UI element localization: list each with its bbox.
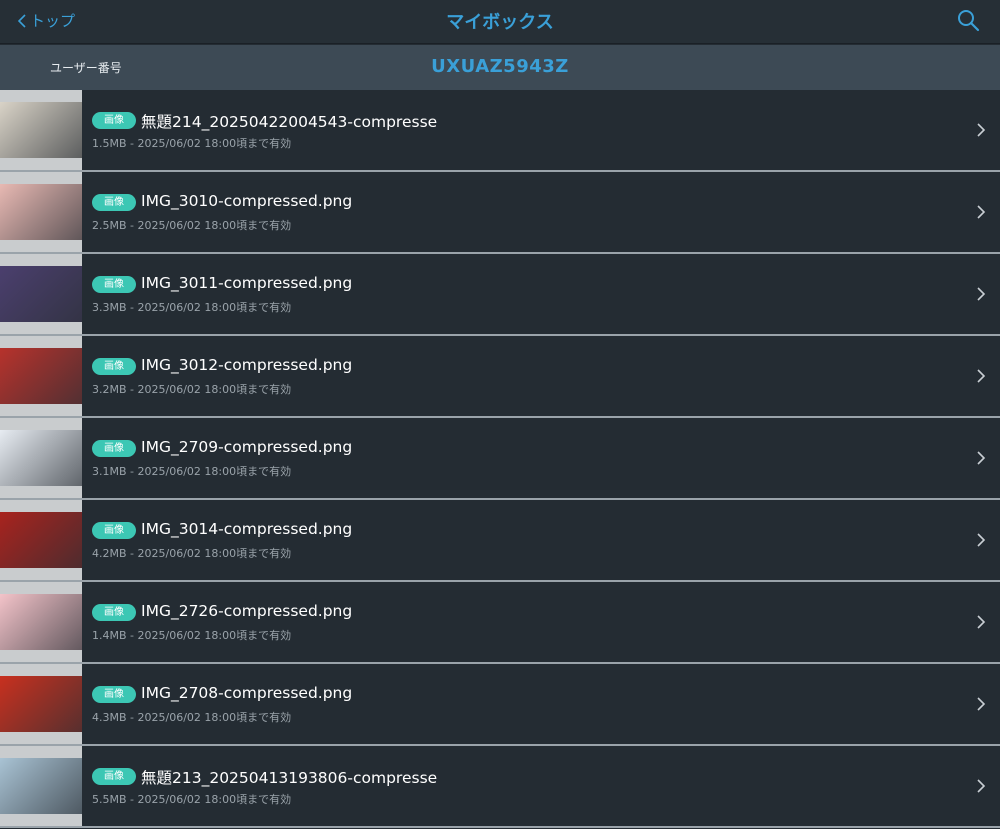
file-meta: 2.5MB - 2025/06/02 18:00頃まで有効 [92,219,292,232]
chevron-right-icon [977,451,986,465]
file-thumbnail [0,418,82,498]
file-type-badge: 画像 [92,686,136,703]
file-thumbnail [0,746,82,826]
thumbnail-image [0,676,82,732]
file-thumbnail [0,336,82,416]
file-name: IMG_3012-compressed.png [141,356,353,374]
thumbnail-image [0,594,82,650]
file-name: IMG_3011-compressed.png [141,274,353,292]
chevron-right-icon [977,205,986,219]
file-meta: 3.2MB - 2025/06/02 18:00頃まで有効 [92,383,292,396]
file-name: IMG_3010-compressed.png [141,192,353,210]
file-type-badge: 画像 [92,522,136,539]
file-type-badge: 画像 [92,768,136,785]
file-meta: 3.3MB - 2025/06/02 18:00頃まで有効 [92,301,292,314]
file-row[interactable]: 画像 IMG_2726-compressed.png 1.4MB - 2025/06… [0,582,1000,664]
file-type-badge: 画像 [92,194,136,211]
search-button[interactable] [956,8,980,32]
thumbnail-image [0,348,82,404]
file-meta: 4.3MB - 2025/06/02 18:00頃まで有効 [92,711,292,724]
thumbnail-image [0,512,82,568]
file-row[interactable]: 画像 無題213_20250413193806-compresse 5.5MB - … [0,746,1000,828]
file-type-badge: 画像 [92,276,136,293]
chevron-right-icon [977,533,986,547]
file-row[interactable]: 画像 IMG_3014-compressed.png 4.2MB - 2025/06… [0,500,1000,582]
file-row[interactable]: 画像 IMG_2709-compressed.png 3.1MB - 2025/06… [0,418,1000,500]
file-name: IMG_2726-compressed.png [141,602,353,620]
thumbnail-image [0,758,82,814]
file-type-badge: 画像 [92,440,136,457]
file-row[interactable]: 画像 IMG_3011-compressed.png 3.3MB - 2025/06… [0,254,1000,336]
file-name: IMG_3014-compressed.png [141,520,353,538]
user-number-value: UXUAZ5943Z [431,56,569,77]
file-meta: 3.1MB - 2025/06/02 18:00頃まで有効 [92,465,292,478]
file-type-badge: 画像 [92,604,136,621]
file-name: IMG_2708-compressed.png [141,684,353,702]
file-thumbnail [0,254,82,334]
search-icon [958,10,980,32]
navigation-bar: トップ マイボックス [0,0,1000,44]
file-row[interactable]: 画像 無題214_20250422004543-compresse 1.5MB - … [0,90,1000,172]
chevron-right-icon [977,615,986,629]
file-type-badge: 画像 [92,358,136,375]
file-meta: 1.5MB - 2025/06/02 18:00頃まで有効 [92,137,292,150]
file-type-badge: 画像 [92,112,136,129]
file-name: 無題213_20250413193806-compresse [141,769,438,787]
chevron-right-icon [977,779,986,793]
file-thumbnail [0,90,82,170]
file-name: 無題214_20250422004543-compresse [141,113,438,131]
file-thumbnail [0,582,82,662]
chevron-right-icon [977,697,986,711]
file-meta: 5.5MB - 2025/06/02 18:00頃まで有効 [92,793,292,806]
page-title: マイボックス [446,12,554,33]
file-thumbnail [0,172,82,252]
file-row[interactable]: 画像 IMG_3012-compressed.png 3.2MB - 2025/06… [0,336,1000,418]
file-meta: 4.2MB - 2025/06/02 18:00頃まで有効 [92,547,292,560]
thumbnail-image [0,102,82,158]
file-meta: 1.4MB - 2025/06/02 18:00頃まで有効 [92,629,292,642]
file-list: 画像 無題214_20250422004543-compresse 1.5MB - … [0,90,1000,828]
user-number-bar: ユーザー番号 UXUAZ5943Z [0,45,1000,90]
thumbnail-image [0,266,82,322]
chevron-right-icon [977,287,986,301]
thumbnail-image [0,184,82,240]
file-thumbnail [0,500,82,580]
file-name: IMG_2709-compressed.png [141,438,353,456]
file-thumbnail [0,664,82,744]
chevron-right-icon [977,369,986,383]
thumbnail-image [0,430,82,486]
file-row[interactable]: 画像 IMG_3010-compressed.png 2.5MB - 2025/06… [0,172,1000,254]
chevron-right-icon [977,123,986,137]
file-row[interactable]: 画像 IMG_2708-compressed.png 4.3MB - 2025/06… [0,664,1000,746]
